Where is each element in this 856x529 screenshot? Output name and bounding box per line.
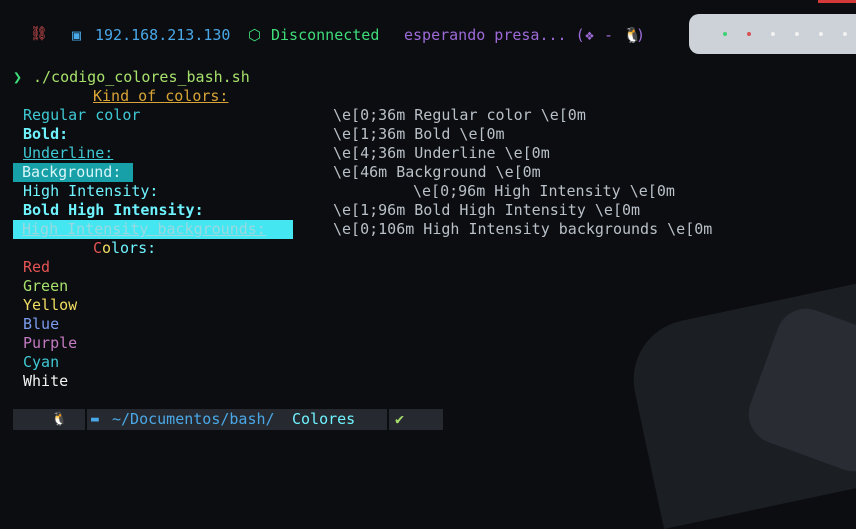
command-text: ./codigo_colores_bash.sh [33, 68, 250, 86]
code-high-intensity-bg: \e[0;106m High Intensity backgrounds \e[… [333, 220, 713, 238]
kind-regular: Regular color [23, 106, 141, 124]
workspace-dot-1[interactable] [723, 32, 727, 36]
kind-high-intensity-bg: High Intensity backgrounds: [13, 220, 293, 239]
color-red: Red [23, 258, 51, 276]
color-green: Green [23, 277, 69, 295]
status-check-icon: ✔ [395, 410, 405, 428]
kinds-header: Kind of colors: [93, 87, 229, 105]
network-icon: ⛓ [30, 26, 48, 42]
workspace-dot-2[interactable] [747, 32, 751, 36]
code-bold-high-intensity: \e[1;96m Bold High Intensity \e[0m [333, 201, 641, 219]
kind-underline: Underline: [23, 144, 114, 162]
folder-icon: ▬ [91, 412, 99, 427]
path-prefix: ~/Documentos/bash/ [112, 410, 275, 428]
workspace-indicator[interactable] [689, 14, 856, 54]
workspace-dot-5[interactable] [819, 32, 823, 36]
color-yellow: Yellow [23, 296, 78, 314]
colors-header-c: C [93, 239, 103, 257]
target-text: esperando presa... ( [404, 26, 585, 44]
code-high-intensity: \e[0;96m High Intensity \e[0m [413, 182, 675, 200]
prompt-os-segment [13, 409, 85, 430]
tux-icon: 🐧 [51, 412, 68, 427]
colors-header-rest: lors: [111, 239, 157, 257]
color-white: White [23, 372, 69, 390]
corner-accent [818, 0, 856, 3]
color-blue: Blue [23, 315, 60, 333]
prompt-arrow: ❯ [13, 68, 23, 86]
color-cyan: Cyan [23, 353, 60, 371]
code-regular: \e[0;36m Regular color \e[0m [333, 106, 586, 124]
code-underline: \e[4;36m Underline \e[0m [333, 144, 550, 162]
kind-bold: Bold: [23, 125, 69, 143]
workspace-dot-4[interactable] [795, 32, 799, 36]
prompt-bar: 🐧 ▬ ~/Documentos/bash/ Colores ✔ [13, 409, 443, 430]
color-purple: Purple [23, 334, 78, 352]
workspace-dot-3[interactable] [771, 32, 775, 36]
ip-address: 192.168.213.130 [95, 26, 231, 44]
monitor-icon: ▣ [72, 26, 82, 44]
workspace-dot-6[interactable] [843, 32, 847, 36]
windows-icon: ❖ [585, 26, 595, 44]
kind-background: Background: [13, 163, 133, 182]
target-close: ) [636, 26, 646, 44]
code-bold: \e[1;36m Bold \e[0m [333, 125, 505, 143]
code-background: \e[46m Background \e[0m [333, 163, 541, 181]
colors-header-o: o [102, 239, 112, 257]
vpn-status: Disconnected [271, 26, 380, 44]
kind-high-intensity: High Intensity: [23, 182, 159, 200]
kind-bold-high-intensity: Bold High Intensity: [23, 201, 204, 219]
separator: - [604, 26, 614, 44]
path-current: Colores [292, 410, 356, 428]
cube-icon: ⬡ [248, 26, 262, 44]
